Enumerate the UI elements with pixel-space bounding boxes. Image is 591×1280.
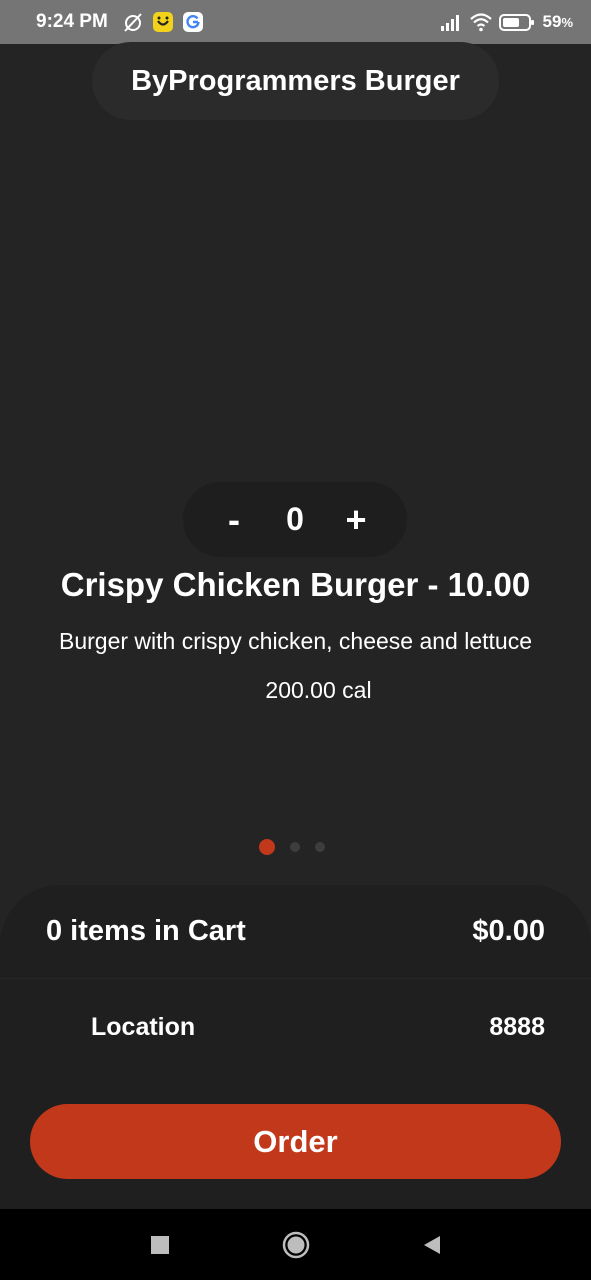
location-value: 8888 xyxy=(489,1012,545,1041)
location-label: Location xyxy=(91,1012,196,1041)
battery-percent: 59 xyxy=(542,12,562,31)
location-row: Location 8888 xyxy=(0,995,591,1059)
product-description: Burger with crispy chicken, cheese and l… xyxy=(58,628,533,654)
battery-icon xyxy=(498,11,535,33)
decrease-quantity-button[interactable]: - xyxy=(212,499,256,541)
navigation-bar xyxy=(0,1209,591,1280)
back-icon[interactable] xyxy=(412,1225,452,1265)
order-button[interactable]: Order xyxy=(30,1104,561,1179)
product-calories: 200.00 cal xyxy=(265,677,372,703)
wifi-icon xyxy=(469,11,492,33)
cart-total: $0.00 xyxy=(472,915,545,947)
status-right: 59% xyxy=(439,11,573,33)
cart-summary-row: 0 items in Cart $0.00 xyxy=(0,885,591,979)
google-icon xyxy=(182,11,204,33)
title-pill: ByProgrammers Burger xyxy=(92,42,499,120)
signal-icon xyxy=(439,11,461,33)
page-indicator xyxy=(259,839,325,855)
status-time: 9:24 PM xyxy=(36,11,108,32)
page-dot-3[interactable] xyxy=(315,842,325,852)
page-dot-2[interactable] xyxy=(290,842,300,852)
product-title: Crispy Chicken Burger - 10.00 xyxy=(60,566,531,603)
home-icon[interactable] xyxy=(276,1225,316,1265)
battery-unit: % xyxy=(561,15,573,30)
status-left: 9:24 PM xyxy=(36,11,204,33)
increase-quantity-button[interactable]: + xyxy=(334,499,378,541)
app-screen: 9:24 PM 59% ByProgrammers Burger - 0 + C… xyxy=(0,0,591,1280)
page-dot-1[interactable] xyxy=(259,839,275,855)
cart-item-count: 0 items in Cart xyxy=(46,915,246,947)
quantity-value: 0 xyxy=(286,501,304,537)
alarm-off-icon xyxy=(122,11,144,33)
battery-level: 59% xyxy=(543,12,573,32)
page-title: ByProgrammers Burger xyxy=(131,64,460,97)
notification-app-icon xyxy=(152,11,174,33)
quantity-stepper: - 0 + xyxy=(183,482,407,557)
recent-apps-icon[interactable] xyxy=(140,1225,180,1265)
status-bar: 9:24 PM 59% xyxy=(0,0,591,44)
